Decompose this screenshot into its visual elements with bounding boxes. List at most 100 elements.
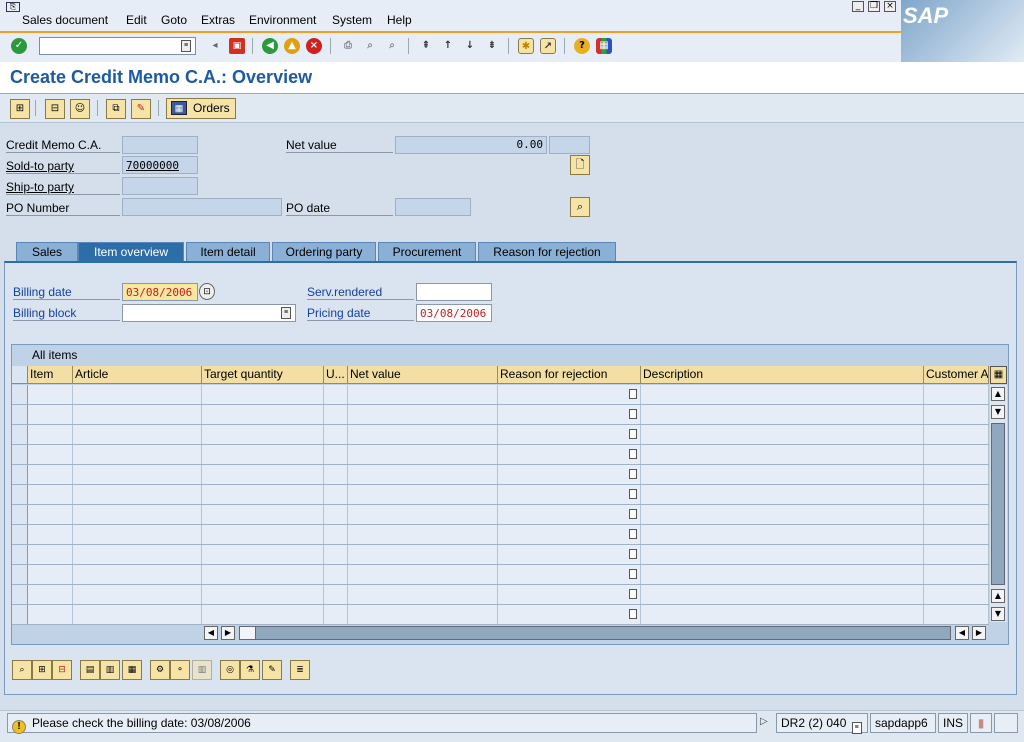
table-cell[interactable]: [202, 385, 324, 404]
table-cell[interactable]: [924, 525, 989, 544]
table-cell[interactable]: [924, 385, 989, 404]
menu-edit[interactable]: Edit: [126, 13, 147, 27]
table-cell[interactable]: [924, 585, 989, 604]
table-cell[interactable]: [28, 525, 73, 544]
horizontal-scroll-thumb[interactable]: [240, 627, 256, 639]
system-menu-icon[interactable]: ⎘: [6, 2, 20, 12]
system-info[interactable]: DR2 (2) 040 ≡: [776, 713, 868, 734]
serv-rendered-field[interactable]: [416, 283, 492, 301]
table-cell[interactable]: [202, 485, 324, 504]
table-cell[interactable]: [641, 565, 924, 584]
back-arrow-icon[interactable]: ◂: [207, 38, 223, 54]
column-header-article[interactable]: Article: [73, 366, 202, 384]
insert-mode[interactable]: INS: [938, 713, 968, 733]
table-cell[interactable]: [324, 385, 348, 404]
reason-dropdown-icon[interactable]: [629, 609, 637, 619]
table-cell[interactable]: [73, 485, 202, 504]
column-header-unit[interactable]: U...: [324, 366, 348, 384]
table-cell[interactable]: [202, 445, 324, 464]
table-cell[interactable]: [73, 425, 202, 444]
scroll-far-right-icon[interactable]: ▶: [972, 626, 986, 640]
menu-sales-document[interactable]: Sales document: [22, 13, 108, 27]
insert-row-icon[interactable]: ⊞: [32, 660, 52, 680]
table-cell[interactable]: [498, 385, 641, 404]
row-selector[interactable]: [12, 525, 28, 544]
close-window-icon[interactable]: ×: [884, 1, 896, 12]
table-cell[interactable]: [73, 545, 202, 564]
document-icon[interactable]: 🗋: [570, 155, 590, 175]
table-cell[interactable]: [498, 445, 641, 464]
table-cell[interactable]: [498, 605, 641, 624]
table-row[interactable]: [12, 465, 989, 485]
row-selector[interactable]: [12, 545, 28, 564]
column-header-target-quantity[interactable]: Target quantity: [202, 366, 324, 384]
table-cell[interactable]: [324, 525, 348, 544]
header-icon[interactable]: ⊟: [45, 99, 65, 119]
tab-item-overview[interactable]: Item overview: [78, 242, 184, 262]
column-header-item[interactable]: Item: [28, 366, 73, 384]
row-selector[interactable]: [12, 445, 28, 464]
table-cell[interactable]: [348, 445, 498, 464]
table-cell[interactable]: [348, 585, 498, 604]
table-cell[interactable]: [202, 405, 324, 424]
row-selector[interactable]: [12, 565, 28, 584]
table-cell[interactable]: [324, 405, 348, 424]
table-cell[interactable]: [28, 605, 73, 624]
table-cell[interactable]: [498, 585, 641, 604]
table-cell[interactable]: [324, 605, 348, 624]
table-cell[interactable]: [641, 505, 924, 524]
scroll-left-icon[interactable]: ◀: [204, 626, 218, 640]
table-cell[interactable]: [202, 585, 324, 604]
last-page-icon[interactable]: ⇟: [484, 38, 500, 54]
tab-ordering-party[interactable]: Ordering party: [272, 242, 376, 262]
table-cell[interactable]: [498, 465, 641, 484]
table-cell[interactable]: [924, 545, 989, 564]
table-cell[interactable]: [73, 565, 202, 584]
table-cell[interactable]: [73, 445, 202, 464]
shortcut-icon[interactable]: ↗: [540, 38, 556, 54]
orders-button[interactable]: ▦ Orders: [166, 98, 236, 119]
table-cell[interactable]: [202, 465, 324, 484]
table-row[interactable]: [12, 405, 989, 425]
table-cell[interactable]: [641, 385, 924, 404]
vertical-scroll-thumb[interactable]: [991, 423, 1005, 585]
table-cell[interactable]: [641, 585, 924, 604]
table-cell[interactable]: [641, 545, 924, 564]
print-icon[interactable]: ⎙: [340, 38, 356, 54]
column-header-net-value[interactable]: Net value: [348, 366, 498, 384]
tab-sales[interactable]: Sales: [16, 242, 78, 262]
reason-dropdown-icon[interactable]: [629, 529, 637, 539]
menu-extras[interactable]: Extras: [201, 13, 235, 27]
previous-page-icon[interactable]: ↑: [440, 38, 456, 54]
tab-reason-for-rejection[interactable]: Reason for rejection: [478, 242, 616, 262]
table-cell[interactable]: [641, 445, 924, 464]
display-document-icon[interactable]: ⊞: [10, 99, 30, 119]
table-cell[interactable]: [924, 465, 989, 484]
table-cell[interactable]: [202, 565, 324, 584]
system-info-list-icon[interactable]: ≡: [851, 722, 862, 734]
layout-menu-icon[interactable]: ▦: [596, 38, 612, 54]
save-icon[interactable]: ▣: [229, 38, 245, 54]
reason-dropdown-icon[interactable]: [629, 469, 637, 479]
table-cell[interactable]: [324, 485, 348, 504]
sold-to-party-field[interactable]: [122, 156, 198, 174]
pricing-icon[interactable]: ◎: [220, 660, 240, 680]
copy-document-icon[interactable]: ⧉: [106, 99, 126, 119]
scroll-up-page-icon[interactable]: ▲: [991, 589, 1005, 603]
table-cell[interactable]: [641, 525, 924, 544]
column-header-reason-for-rejection[interactable]: Reason for rejection: [498, 366, 641, 384]
table-cell[interactable]: [924, 605, 989, 624]
row-selector[interactable]: [12, 485, 28, 504]
menu-goto[interactable]: Goto: [161, 13, 187, 27]
row-selector[interactable]: [12, 505, 28, 524]
table-cell[interactable]: [324, 465, 348, 484]
menu-system[interactable]: System: [332, 13, 372, 27]
table-cell[interactable]: [348, 525, 498, 544]
table-row[interactable]: [12, 385, 989, 405]
ship-to-party-field[interactable]: [122, 177, 198, 195]
table-cell[interactable]: [28, 445, 73, 464]
table-cell[interactable]: [73, 585, 202, 604]
table-cell[interactable]: [28, 585, 73, 604]
command-history-icon[interactable]: ≡: [181, 40, 191, 52]
scroll-up-icon[interactable]: ▲: [991, 387, 1005, 401]
